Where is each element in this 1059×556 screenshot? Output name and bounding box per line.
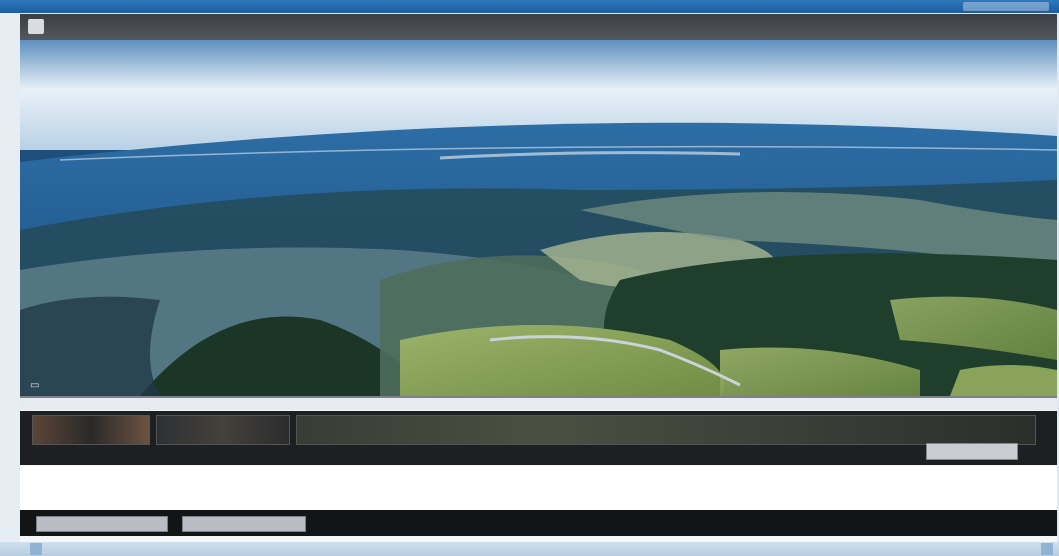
image-viewer-window: ▭ [20, 14, 1057, 542]
aerial-photo-graphic [20, 40, 1057, 396]
caption-bar [20, 398, 1057, 410]
thumbnail-1[interactable] [32, 415, 150, 445]
window-controls[interactable] [963, 2, 1049, 11]
footer-bar [20, 510, 1057, 536]
taskbar [0, 542, 1059, 556]
viewer-header [20, 14, 1057, 40]
filmstrip [20, 411, 1057, 465]
footer-button-1[interactable] [36, 516, 168, 532]
taskbar-tray[interactable] [1041, 543, 1053, 555]
info-panel [20, 466, 1057, 510]
filmstrip-button[interactable] [926, 443, 1018, 460]
left-edge [0, 13, 20, 542]
thumbnail-2[interactable] [156, 415, 290, 445]
thumbnail-3[interactable] [296, 415, 1036, 445]
photo-info-icon[interactable]: ▭ [30, 381, 44, 391]
footer-button-2[interactable] [182, 516, 306, 532]
aerial-photo[interactable]: ▭ [20, 40, 1057, 396]
viewer-title [28, 19, 44, 34]
taskbar-item[interactable] [30, 543, 42, 555]
os-title-bar [0, 0, 1059, 13]
